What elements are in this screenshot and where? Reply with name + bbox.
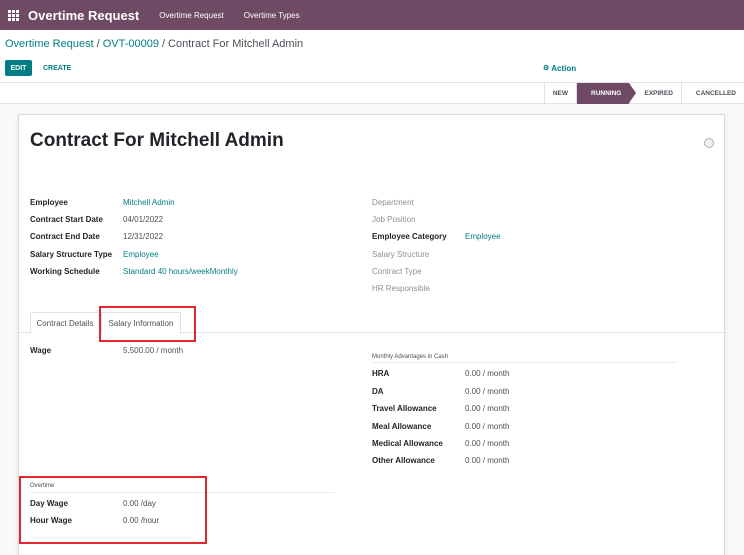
- stage-cancelled[interactable]: CANCELLED: [680, 83, 744, 104]
- top-navbar: Overtime Request Overtime Request Overti…: [0, 0, 744, 30]
- nav-menu-overtime-request[interactable]: Overtime Request: [159, 11, 223, 20]
- breadcrumb-separator: /: [161, 38, 166, 50]
- working-schedule-value[interactable]: Standard 40 hours/weekMonthly: [123, 267, 238, 276]
- hra-label: HRA: [372, 369, 390, 378]
- employee-category-label: Employee Category: [372, 232, 447, 241]
- action-label: Action: [551, 63, 577, 73]
- tab-contract-details[interactable]: Contract Details: [30, 312, 100, 333]
- contract-start-date-label: Contract Start Date: [30, 215, 103, 224]
- stage-expired[interactable]: EXPIRED: [629, 83, 681, 104]
- breadcrumb: Overtime Request / OVT-00009/Contract For …: [5, 38, 303, 50]
- salary-structure-label: Salary Structure: [372, 250, 430, 259]
- salary-structure-type-label: Salary Structure Type: [30, 250, 113, 259]
- stage-running[interactable]: RUNNING: [576, 83, 637, 104]
- meal-allowance-value: 0.00 / month: [465, 422, 510, 431]
- overtime-section-header: Overtime: [30, 483, 55, 489]
- hr-responsible-label: HR Responsible: [372, 284, 430, 293]
- hour-wage-value: 0.00 /hour: [123, 516, 160, 525]
- form-sheet: Contract For Mitchell Admin Employee Mit…: [18, 114, 726, 555]
- create-button[interactable]: CREATE: [43, 60, 71, 76]
- da-value: 0.00 / month: [465, 387, 510, 396]
- action-button[interactable]: ⚙ Action: [543, 61, 576, 75]
- record-title: Contract For Mitchell Admin: [30, 130, 284, 151]
- apps-menu-icon[interactable]: [4, 6, 22, 24]
- contract-end-date-label: Contract End Date: [30, 232, 100, 241]
- breadcrumb-separator: /: [96, 38, 100, 50]
- statusbar-row: NEW RUNNING EXPIRED CANCELLED: [0, 83, 744, 104]
- medical-allowance-value: 0.00 / month: [465, 439, 510, 448]
- contract-end-date-value: 12/31/2022: [123, 232, 164, 241]
- employee-label: Employee: [30, 198, 68, 207]
- stage-new[interactable]: NEW: [543, 83, 576, 104]
- control-panel: Overtime Request / OVT-00009/Contract For …: [0, 30, 744, 83]
- other-allowance-label: Other Allowance: [372, 456, 435, 465]
- gear-icon: ⚙: [543, 65, 550, 72]
- statusbar: NEW RUNNING EXPIRED CANCELLED: [543, 83, 744, 104]
- travel-allowance-value: 0.00 / month: [465, 404, 510, 413]
- salary-structure-type-value[interactable]: Employee: [123, 250, 159, 259]
- breadcrumb-current: Contract For Mitchell Admin: [168, 38, 304, 50]
- job-position-label: Job Position: [372, 215, 416, 224]
- wage-label: Wage: [30, 346, 52, 355]
- overtime-section-divider: [30, 492, 335, 493]
- tab-salary-information[interactable]: Salary Information: [101, 312, 181, 334]
- advantages-section-header: Monthly Advantages in Cash: [372, 354, 449, 360]
- travel-allowance-label: Travel Allowance: [372, 404, 437, 413]
- department-label: Department: [372, 198, 414, 207]
- da-label: DA: [372, 387, 384, 396]
- medical-allowance-label: Medical Allowance: [372, 439, 443, 448]
- other-allowance-value: 0.00 / month: [465, 456, 510, 465]
- edit-button[interactable]: EDIT: [5, 60, 32, 76]
- employee-value[interactable]: Mitchell Admin: [123, 198, 175, 207]
- day-wage-label: Day Wage: [30, 499, 68, 508]
- breadcrumb-parent[interactable]: Overtime Request: [5, 38, 94, 50]
- wage-value: 5,500.00 / month: [123, 346, 184, 355]
- app-name[interactable]: Overtime Request: [28, 8, 139, 23]
- contract-start-date-value: 04/01/2022: [123, 215, 164, 224]
- status-indicator-icon[interactable]: [704, 138, 714, 148]
- advantages-section-divider: [372, 362, 677, 363]
- hra-value: 0.00 / month: [465, 369, 510, 378]
- hour-wage-label: Hour Wage: [30, 516, 72, 525]
- contract-type-label: Contract Type: [372, 267, 422, 276]
- meal-allowance-label: Meal Allowance: [372, 422, 432, 431]
- employee-category-value[interactable]: Employee: [465, 232, 501, 241]
- day-wage-value: 0.00 /day: [123, 499, 156, 508]
- nav-menu-overtime-types[interactable]: Overtime Types: [244, 11, 300, 20]
- working-schedule-label: Working Schedule: [30, 267, 100, 276]
- breadcrumb-record[interactable]: OVT-00009: [103, 38, 159, 50]
